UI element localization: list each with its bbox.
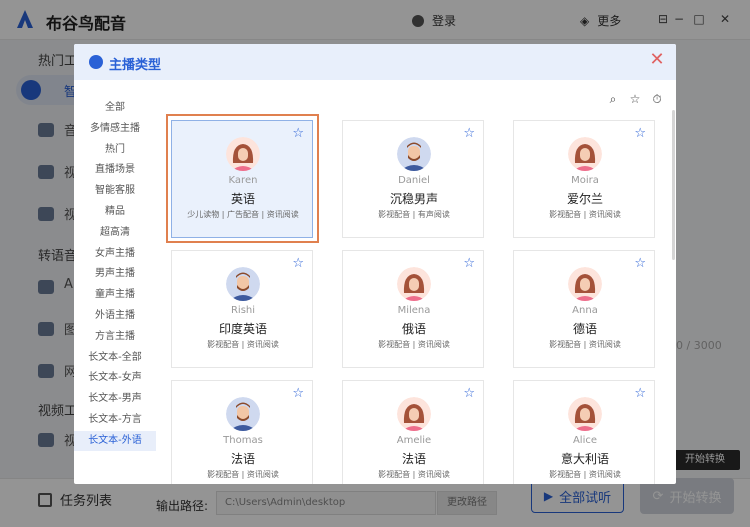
- voice-tags: 影视配音 | 资讯阅读: [378, 470, 450, 479]
- voice-name-zh: 法语: [401, 452, 426, 466]
- favorite-star-icon[interactable]: ☆: [634, 387, 646, 400]
- voice-name-zh: 印度英语: [218, 322, 267, 336]
- category-item[interactable]: 多情感主播: [74, 119, 156, 139]
- avatar: [397, 397, 431, 431]
- category-item[interactable]: 精品: [74, 202, 156, 222]
- category-item[interactable]: 超高清: [74, 223, 156, 243]
- category-item[interactable]: 热门: [74, 140, 156, 160]
- favorite-star-icon[interactable]: ☆: [292, 257, 304, 270]
- voice-tags: 影视配音 | 资讯阅读: [549, 340, 621, 349]
- category-item[interactable]: 童声主播: [74, 285, 156, 305]
- avatar: [226, 267, 260, 301]
- voice-name-zh: 俄语: [401, 322, 426, 336]
- favorite-star-icon[interactable]: ☆: [463, 127, 475, 140]
- voice-name-en: Amelie: [396, 435, 432, 446]
- voice-name-zh: 意大利语: [560, 452, 609, 466]
- avatar: [568, 397, 602, 431]
- voice-card[interactable]: ☆ Daniel 沉稳男声影视配音 | 有声阅读: [342, 120, 484, 238]
- history-icon[interactable]: ⏱: [650, 92, 664, 106]
- category-item[interactable]: 直播场景: [74, 160, 156, 180]
- category-item[interactable]: 长文本-方言: [74, 410, 156, 430]
- voice-name-en: Daniel: [398, 175, 430, 186]
- voice-card[interactable]: ☆ Rishi 印度英语影视配音 | 资讯阅读: [171, 250, 313, 368]
- favorite-star-icon[interactable]: ☆: [463, 387, 475, 400]
- dialog-header: 主播类型 ✕: [74, 44, 676, 80]
- voice-name-en: Anna: [572, 305, 598, 316]
- category-item[interactable]: 长文本-男声: [74, 389, 156, 409]
- category-item[interactable]: 女声主播: [74, 244, 156, 264]
- favorite-icon[interactable]: ☆: [628, 92, 642, 106]
- search-icon[interactable]: ⌕: [606, 92, 620, 106]
- category-item[interactable]: 男声主播: [74, 264, 156, 284]
- avatar: [568, 267, 602, 301]
- dialog-title: 主播类型: [109, 58, 162, 73]
- voice-name-en: Alice: [572, 435, 598, 446]
- avatar: [226, 397, 260, 431]
- category-item[interactable]: 外语主播: [74, 306, 156, 326]
- favorite-star-icon[interactable]: ☆: [463, 257, 475, 270]
- dialog-close-button[interactable]: ✕: [648, 51, 666, 69]
- voice-name-en: Milena: [397, 305, 431, 316]
- category-item[interactable]: 方言主播: [74, 327, 156, 347]
- voice-name-zh: 沉稳男声: [389, 192, 438, 206]
- voice-tools: ⌕ ☆ ⏱: [606, 92, 664, 106]
- voice-card[interactable]: ☆ Milena 俄语影视配音 | 资讯阅读: [342, 250, 484, 368]
- voice-tags: 影视配音 | 资讯阅读: [207, 470, 279, 479]
- favorite-star-icon[interactable]: ☆: [634, 257, 646, 270]
- voice-grid-scrollbar[interactable]: [672, 110, 675, 260]
- category-item[interactable]: 智能客服: [74, 181, 156, 201]
- voice-tags: 影视配音 | 资讯阅读: [378, 340, 450, 349]
- avatar: [397, 137, 431, 171]
- category-item[interactable]: 长文本-全部: [74, 348, 156, 368]
- category-item[interactable]: 全部: [74, 98, 156, 118]
- voice-tags: 影视配音 | 有声阅读: [378, 210, 450, 219]
- voice-card[interactable]: ☆ Moira 爱尔兰影视配音 | 资讯阅读: [513, 120, 655, 238]
- avatar: [397, 267, 431, 301]
- category-item[interactable]: 长文本-女声: [74, 368, 156, 388]
- voice-tags: 影视配音 | 资讯阅读: [549, 470, 621, 479]
- anchor-type-dialog: 主播类型 ✕ 全部 多情感主播 热门 直播场景 智能客服 精品 超高清 女声主播 男声主播 童声主…: [74, 44, 676, 484]
- favorite-star-icon[interactable]: ☆: [292, 387, 304, 400]
- category-item[interactable]: 长文本-外语: [74, 430, 156, 451]
- category-list: 全部 多情感主播 热门 直播场景 智能客服 精品 超高清 女声主播 男声主播 童声主播 外语主播 方言…: [74, 80, 156, 484]
- favorite-star-icon[interactable]: ☆: [634, 127, 646, 140]
- avatar: [568, 137, 602, 171]
- voice-card[interactable]: ☆ Anna 德语影视配音 | 资讯阅读: [513, 250, 655, 368]
- voice-name-en: Rishi: [230, 305, 256, 316]
- voice-name-en: Moira: [571, 175, 599, 186]
- voice-tags: 影视配音 | 资讯阅读: [549, 210, 621, 219]
- voice-name-zh: 爱尔兰: [566, 192, 603, 206]
- voice-name-zh: 法语: [230, 452, 255, 466]
- voice-card[interactable]: ☆ Thomas 法语影视配音 | 资讯阅读: [171, 380, 313, 484]
- selection-highlight: [166, 114, 319, 243]
- voice-name-en: Thomas: [223, 435, 263, 446]
- voice-tags: 影视配音 | 资讯阅读: [207, 340, 279, 349]
- voice-card[interactable]: ☆ Amelie 法语影视配音 | 资讯阅读: [342, 380, 484, 484]
- music-note-icon: [89, 55, 103, 69]
- voice-name-zh: 德语: [572, 322, 597, 336]
- voice-card[interactable]: ☆ Alice 意大利语影视配音 | 资讯阅读: [513, 380, 655, 484]
